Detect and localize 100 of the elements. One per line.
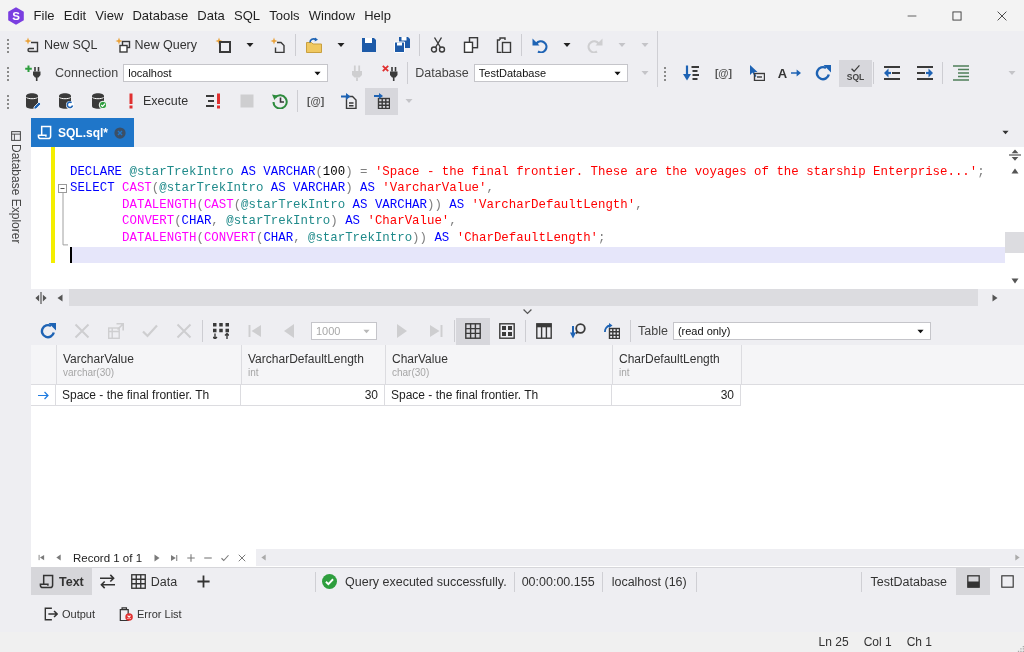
scrollbar-thumb[interactable]	[1005, 232, 1024, 253]
caret-down-icon	[337, 41, 346, 49]
split-vertical-icon	[1008, 149, 1021, 161]
menu-item[interactable]: Database	[127, 4, 193, 27]
triangle-right-icon	[152, 553, 161, 562]
code-line: SELECT CAST(@starTrekIntro AS VARCHAR) AS 'VarcharValue',	[70, 180, 494, 197]
menu-item[interactable]: SQL	[229, 4, 265, 27]
column-header[interactable]: CharValue char(30)	[386, 345, 613, 384]
fold-guide	[62, 193, 68, 246]
column-name: CharValue	[392, 352, 448, 366]
refresh-icon	[814, 65, 831, 81]
connection-dropdown[interactable]: localhost	[123, 64, 329, 82]
grid-icon	[130, 574, 146, 589]
execute-button[interactable]: Execute	[115, 87, 195, 115]
arrow-exit-icon	[44, 606, 58, 621]
database-explorer-tab[interactable]: Database Explorer	[6, 129, 25, 246]
triangle-right-icon	[1013, 554, 1021, 561]
caret-down-icon	[246, 41, 255, 49]
text-tab[interactable]: Text	[31, 568, 92, 595]
clipboard-icon	[495, 37, 512, 53]
caret-down-icon	[314, 69, 322, 77]
scissors-icon	[429, 37, 446, 53]
caret-down-icon	[1001, 129, 1009, 136]
pointer-arrow-icon	[37, 389, 49, 401]
triangle-left-icon	[55, 293, 64, 302]
plus-icon	[186, 553, 195, 562]
caret-down-icon	[641, 69, 649, 77]
column-header[interactable]: VarcharDefaultLength int	[242, 345, 386, 384]
cross-icon	[237, 553, 246, 562]
database-check-icon	[90, 93, 107, 109]
cross-icon	[176, 323, 192, 339]
copy-icon	[462, 37, 479, 53]
split-view-button[interactable]	[956, 568, 990, 595]
table-dropdown[interactable]: (read only)	[672, 322, 931, 340]
triangle-down-icon	[1010, 277, 1019, 285]
folder-icon	[305, 37, 322, 53]
code-line: DATALENGTH(CONVERT(CHAR, @starTrekIntro)) AS 'CharDefaultLength';	[122, 229, 606, 247]
arrow-down-lines-icon	[682, 65, 699, 81]
swap-arrows-icon	[99, 574, 115, 589]
triangle-right-icon	[990, 293, 999, 302]
variables-button[interactable]: [@]	[707, 59, 740, 87]
magnifier-arrow-icon	[570, 323, 586, 339]
database-pencil-icon	[24, 93, 41, 109]
lines-exclamation-icon	[205, 93, 222, 109]
clock-arrow-icon	[271, 93, 288, 109]
grid-view-button[interactable]	[456, 317, 490, 345]
column-header[interactable]: VarcharValue varchar(30)	[57, 345, 242, 384]
error-list-tab[interactable]: Error List	[115, 603, 186, 624]
menu-item[interactable]: Window	[304, 4, 360, 27]
column-name: VarcharDefaultLength	[248, 352, 364, 366]
column-type: varchar(30)	[63, 367, 115, 378]
menu-item[interactable]: File	[29, 4, 60, 27]
dots-arrows-icon	[213, 323, 229, 339]
caret-down-icon	[405, 97, 414, 105]
column-header[interactable]: CharDefaultLength int	[613, 345, 742, 384]
table-cell: Space - the final frontier. Th	[385, 385, 612, 405]
grid-icon	[465, 323, 481, 339]
refresh-icon	[40, 323, 56, 339]
menu-item[interactable]: Help	[359, 4, 396, 27]
text-case-button[interactable]: A	[773, 59, 806, 87]
new-query-button[interactable]: New Query	[106, 31, 204, 59]
cross-icon	[74, 323, 90, 339]
database-name: TestDatabase	[869, 574, 948, 589]
check-icon	[220, 553, 229, 562]
plus-icon	[197, 575, 211, 588]
column-number: Col 1	[863, 635, 892, 649]
data-tab[interactable]: Data	[122, 568, 186, 595]
clipboard-x-icon	[119, 606, 134, 621]
scrollbar-thumb[interactable]	[69, 289, 978, 306]
output-tab[interactable]: Output	[40, 603, 100, 624]
menu-item[interactable]: Edit	[59, 4, 91, 27]
square-icon	[1000, 575, 1014, 588]
skip-forward-icon	[169, 553, 178, 562]
document-tab[interactable]: SQL.sql*	[31, 118, 134, 147]
menu-item[interactable]: Data	[192, 4, 230, 27]
grid-export-button[interactable]	[365, 87, 399, 115]
four-squares-icon	[499, 323, 515, 339]
menu-item[interactable]: Tools	[264, 4, 305, 27]
code-line: CONVERT(CHAR, @starTrekIntro) AS 'CharValue',	[122, 213, 457, 230]
collapse-icon[interactable]	[58, 184, 67, 194]
elapsed-time: 00:00:00.155	[520, 574, 596, 589]
column-type: char(30)	[392, 367, 430, 378]
check-icon	[851, 64, 860, 73]
menu-item[interactable]: View	[90, 4, 128, 27]
code-line: DATALENGTH(CAST(@starTrekIntro AS VARCHAR)) AS 'VarcharDefaultLength',	[122, 196, 643, 214]
close-icon	[996, 10, 1007, 21]
sql-check-button[interactable]: SQL	[839, 59, 872, 87]
table-cell: Space - the final frontier. Th	[56, 385, 241, 405]
new-sql-button[interactable]: New SQL	[16, 31, 104, 59]
indent-icon	[916, 65, 933, 81]
page-arrow-icon	[340, 93, 357, 109]
column-type: int	[248, 367, 259, 378]
text-cursor	[70, 246, 72, 264]
collapse-panel-button[interactable]	[523, 307, 532, 316]
lines-icon	[952, 65, 969, 81]
resize-grip-icon	[1017, 645, 1024, 652]
check-circle-icon	[322, 574, 337, 589]
database-dropdown[interactable]: TestDatabase	[473, 64, 628, 82]
triangle-left-icon	[259, 554, 267, 561]
parameters-button[interactable]: [@]	[299, 87, 333, 115]
